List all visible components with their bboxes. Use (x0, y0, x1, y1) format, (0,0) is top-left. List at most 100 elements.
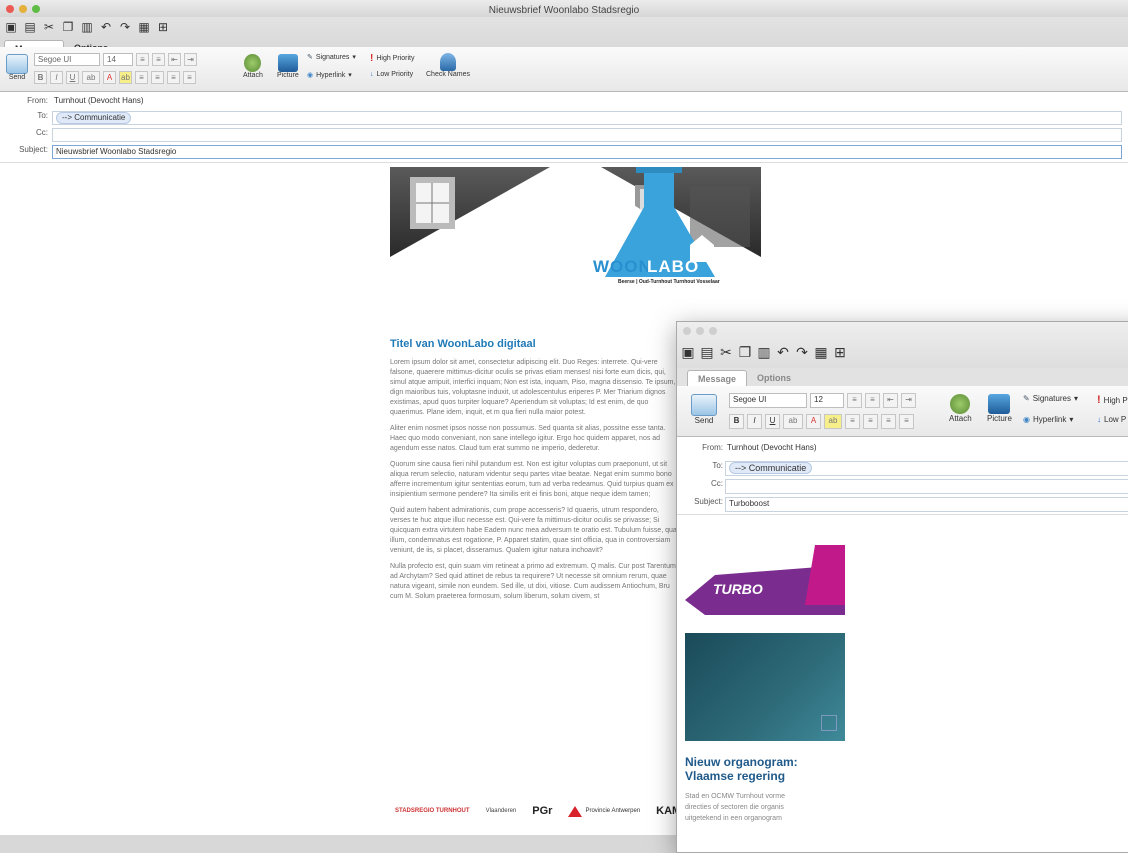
stadsregio-logo: STADSREGIO TURNHOUT (395, 808, 470, 814)
hyperlink-button[interactable]: ◉ Hyperlink ▾ (307, 71, 352, 80)
align-center-icon[interactable]: ≡ (863, 414, 878, 429)
copy-icon[interactable]: ❐ (61, 20, 75, 34)
subject-label: Subject: (694, 497, 723, 506)
outdent-icon[interactable]: ⇤ (168, 53, 181, 66)
recipient-token[interactable]: --> Communicatie (56, 112, 132, 124)
low-priority-button[interactable]: ↓ Low P (1097, 415, 1126, 424)
tab-message[interactable]: Message (687, 370, 748, 387)
font-color-icon[interactable]: A (103, 71, 116, 84)
subject-field[interactable]: Nieuwsbrief Woonlabo Stadsregio (52, 145, 1122, 159)
low-priority-button[interactable]: ↓ Low Priority (370, 71, 413, 78)
save-icon[interactable]: ▣ (4, 20, 18, 34)
quick-access-toolbar: ▣ ▤ ✂ ❐ ▥ ↶ ↷ ▦ ⊞ (4, 20, 170, 34)
to-field[interactable]: --> Communicatie (725, 461, 1128, 476)
align-center-icon[interactable]: ≡ (151, 71, 164, 84)
window-controls (683, 327, 717, 335)
picture-button[interactable]: Picture (987, 394, 1012, 423)
attach-label: Attach (949, 414, 972, 423)
cc-field[interactable] (725, 479, 1128, 494)
highlight-icon[interactable]: ab (824, 414, 842, 429)
org-icon[interactable]: ⊞ (156, 20, 170, 34)
zoom-window-button[interactable] (709, 327, 717, 335)
align-left-icon[interactable]: ≡ (845, 414, 860, 429)
indent-icon[interactable]: ⇥ (901, 393, 916, 408)
chevron-down-icon: ▾ (1069, 415, 1074, 424)
cut-icon[interactable]: ✂ (719, 344, 733, 361)
align-right-icon[interactable]: ≡ (881, 414, 896, 429)
undo-icon[interactable]: ↶ (776, 344, 790, 361)
paragraph: Quorum sine causa fieri nihil putandum e… (390, 461, 674, 498)
org-icon[interactable]: ⊞ (833, 344, 847, 361)
numbering-icon[interactable]: ≡ (152, 53, 165, 66)
article-title-line1: Nieuw organogram: (685, 755, 798, 769)
minimize-window-button[interactable] (19, 5, 27, 13)
minimize-window-button[interactable] (696, 327, 704, 335)
justify-icon[interactable]: ≡ (183, 71, 196, 84)
subject-row: Subject: Nieuwsbrief Woonlabo Stadsregio (0, 145, 1128, 159)
paste-icon[interactable]: ▥ (757, 344, 771, 361)
message-body[interactable]: TURBO Nieuw organogram: Vlaamse regering… (677, 514, 1128, 852)
redo-icon[interactable]: ↷ (118, 20, 132, 34)
print-icon[interactable]: ▤ (700, 344, 714, 361)
send-button[interactable]: Send (6, 54, 28, 81)
font-name-select[interactable]: Segoe UI (34, 53, 100, 66)
numbering-icon[interactable]: ≡ (865, 393, 880, 408)
redo-icon[interactable]: ↷ (795, 344, 809, 361)
italic-button[interactable]: I (747, 414, 762, 429)
highlight-icon[interactable]: ab (119, 71, 132, 84)
signatures-button[interactable]: ✎ Signatures ▾ (1023, 394, 1078, 403)
align-left-icon[interactable]: ≡ (135, 71, 148, 84)
calendar-icon[interactable]: ▦ (137, 20, 151, 34)
undo-icon[interactable]: ↶ (99, 20, 113, 34)
cut-icon[interactable]: ✂ (42, 20, 56, 34)
high-priority-button[interactable]: ! High P (1097, 394, 1128, 406)
send-icon (691, 394, 717, 416)
calendar-icon[interactable]: ▦ (814, 344, 828, 361)
paste-icon[interactable]: ▥ (80, 20, 94, 34)
copy-icon[interactable]: ❐ (738, 344, 752, 361)
align-right-icon[interactable]: ≡ (167, 71, 180, 84)
save-icon[interactable]: ▣ (681, 344, 695, 361)
attach-button[interactable]: Attach (243, 54, 263, 79)
indent-icon[interactable]: ⇥ (184, 53, 197, 66)
justify-icon[interactable]: ≡ (899, 414, 914, 429)
second-compose-window: ▣ ▤ ✂ ❐ ▥ ↶ ↷ ▦ ⊞ Message Options Send S… (676, 321, 1128, 853)
picture-button[interactable]: Picture (277, 54, 299, 79)
font-name-select[interactable]: Segoe UI (729, 393, 807, 408)
font-size-select[interactable]: 12 (810, 393, 844, 408)
underline-button[interactable]: U (765, 414, 780, 429)
outdent-icon[interactable]: ⇤ (883, 393, 898, 408)
bold-button[interactable]: B (34, 71, 47, 84)
bullets-icon[interactable]: ≡ (136, 53, 149, 66)
vlaanderen-logo: Vlaanderen (485, 808, 517, 814)
font-size-select[interactable]: 14 (103, 53, 133, 66)
recipient-token[interactable]: --> Communicatie (729, 462, 813, 474)
globe-icon: ◉ (1023, 415, 1030, 424)
strikethrough-button[interactable]: ab (783, 414, 803, 429)
check-names-button[interactable]: Check Names (426, 53, 470, 78)
article-title-line2: Vlaamse regering (685, 769, 786, 783)
signatures-button[interactable]: ✎ Signatures ▾ (307, 53, 356, 62)
close-window-button[interactable] (683, 327, 691, 335)
zoom-window-button[interactable] (32, 5, 40, 13)
chevron-down-icon: ▾ (348, 72, 352, 79)
strikethrough-button[interactable]: ab (82, 71, 100, 84)
font-color-icon[interactable]: A (806, 414, 821, 429)
from-select[interactable]: Turnhout (Devocht Hans) (54, 96, 144, 105)
close-window-button[interactable] (6, 5, 14, 13)
send-button[interactable]: Send (691, 394, 717, 425)
to-field[interactable]: --> Communicatie (52, 111, 1122, 125)
high-priority-button[interactable]: ! High Priority (370, 53, 414, 64)
italic-button[interactable]: I (50, 71, 63, 84)
from-select[interactable]: Turnhout (Devocht Hans) (727, 443, 817, 452)
bold-button[interactable]: B (729, 414, 744, 429)
subject-field[interactable]: Turboboost (725, 497, 1128, 512)
bullets-icon[interactable]: ≡ (847, 393, 862, 408)
attach-button[interactable]: Attach (949, 394, 972, 423)
underline-button[interactable]: U (66, 71, 79, 84)
hyperlink-button[interactable]: ◉ Hyperlink ▾ (1023, 415, 1073, 424)
picture-label: Picture (277, 72, 299, 79)
cc-field[interactable] (52, 128, 1122, 142)
tab-options[interactable]: Options (747, 370, 801, 387)
print-icon[interactable]: ▤ (23, 20, 37, 34)
